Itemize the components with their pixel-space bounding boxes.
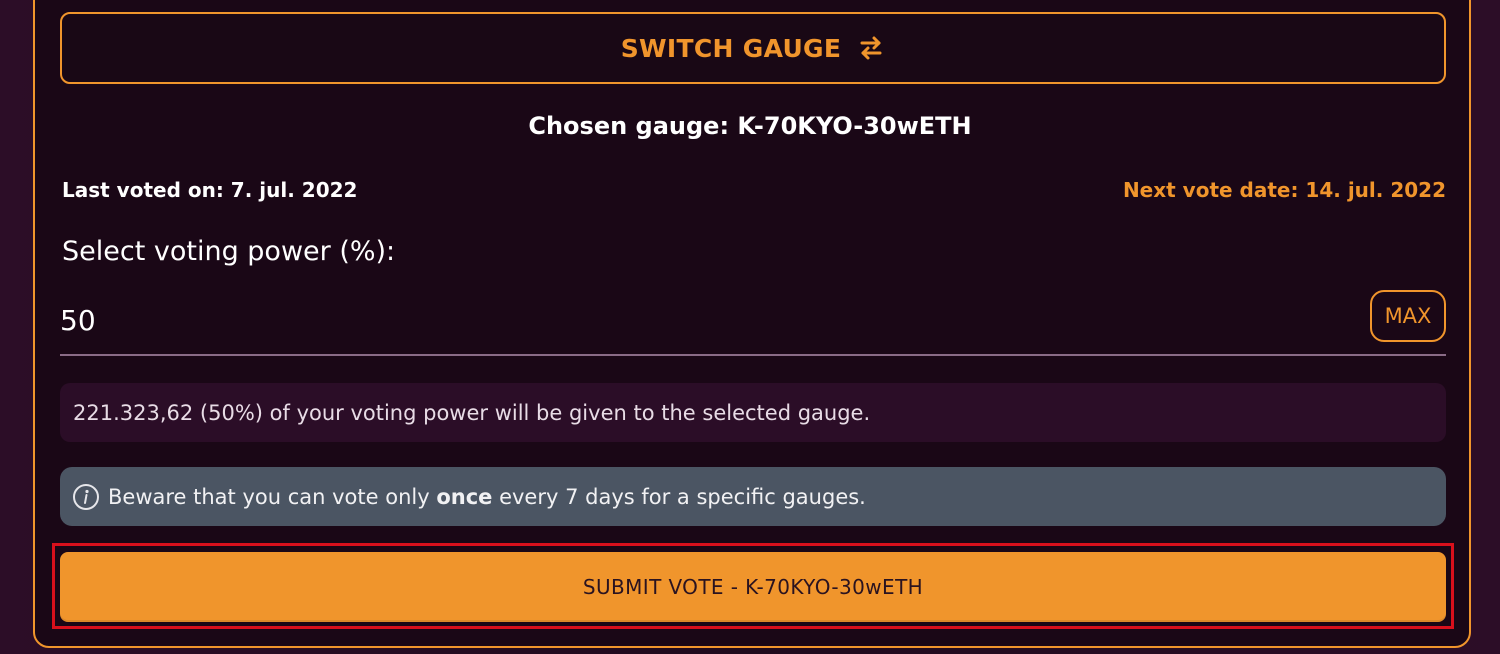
voting-power-summary: 221.323,62 (50%) of your voting power wi… <box>60 383 1446 442</box>
swap-arrows-icon <box>857 34 885 62</box>
submit-vote-button[interactable]: SUBMIT VOTE - K-70KYO-30wETH <box>60 552 1446 622</box>
last-voted-text: Last voted on: 7. jul. 2022 <box>62 178 358 202</box>
voting-power-label: Select voting power (%): <box>62 236 396 267</box>
page: SWITCH GAUGE Chosen gauge: K-70KYO-30wET… <box>0 0 1500 654</box>
switch-gauge-label: SWITCH GAUGE <box>620 33 842 63</box>
max-button[interactable]: MAX <box>1370 290 1446 342</box>
warning-text-before: Beware that you can vote only <box>108 484 437 509</box>
switch-gauge-button[interactable]: SWITCH GAUGE <box>60 12 1446 84</box>
input-underline <box>60 354 1446 356</box>
info-icon <box>72 483 100 511</box>
warning-text-emphasis: once <box>436 484 493 509</box>
warning-banner: Beware that you can vote only once every… <box>60 467 1446 526</box>
next-vote-date-text: Next vote date: 14. jul. 2022 <box>1122 178 1446 202</box>
voting-power-input[interactable] <box>60 292 1360 348</box>
chosen-gauge-text: Chosen gauge: K-70KYO-30wETH <box>528 112 972 140</box>
warning-text: Beware that you can vote only once every… <box>108 485 866 509</box>
voting-power-summary-text: 221.323,62 (50%) of your voting power wi… <box>73 400 871 425</box>
warning-text-after: every 7 days for a specific gauges. <box>492 484 866 509</box>
